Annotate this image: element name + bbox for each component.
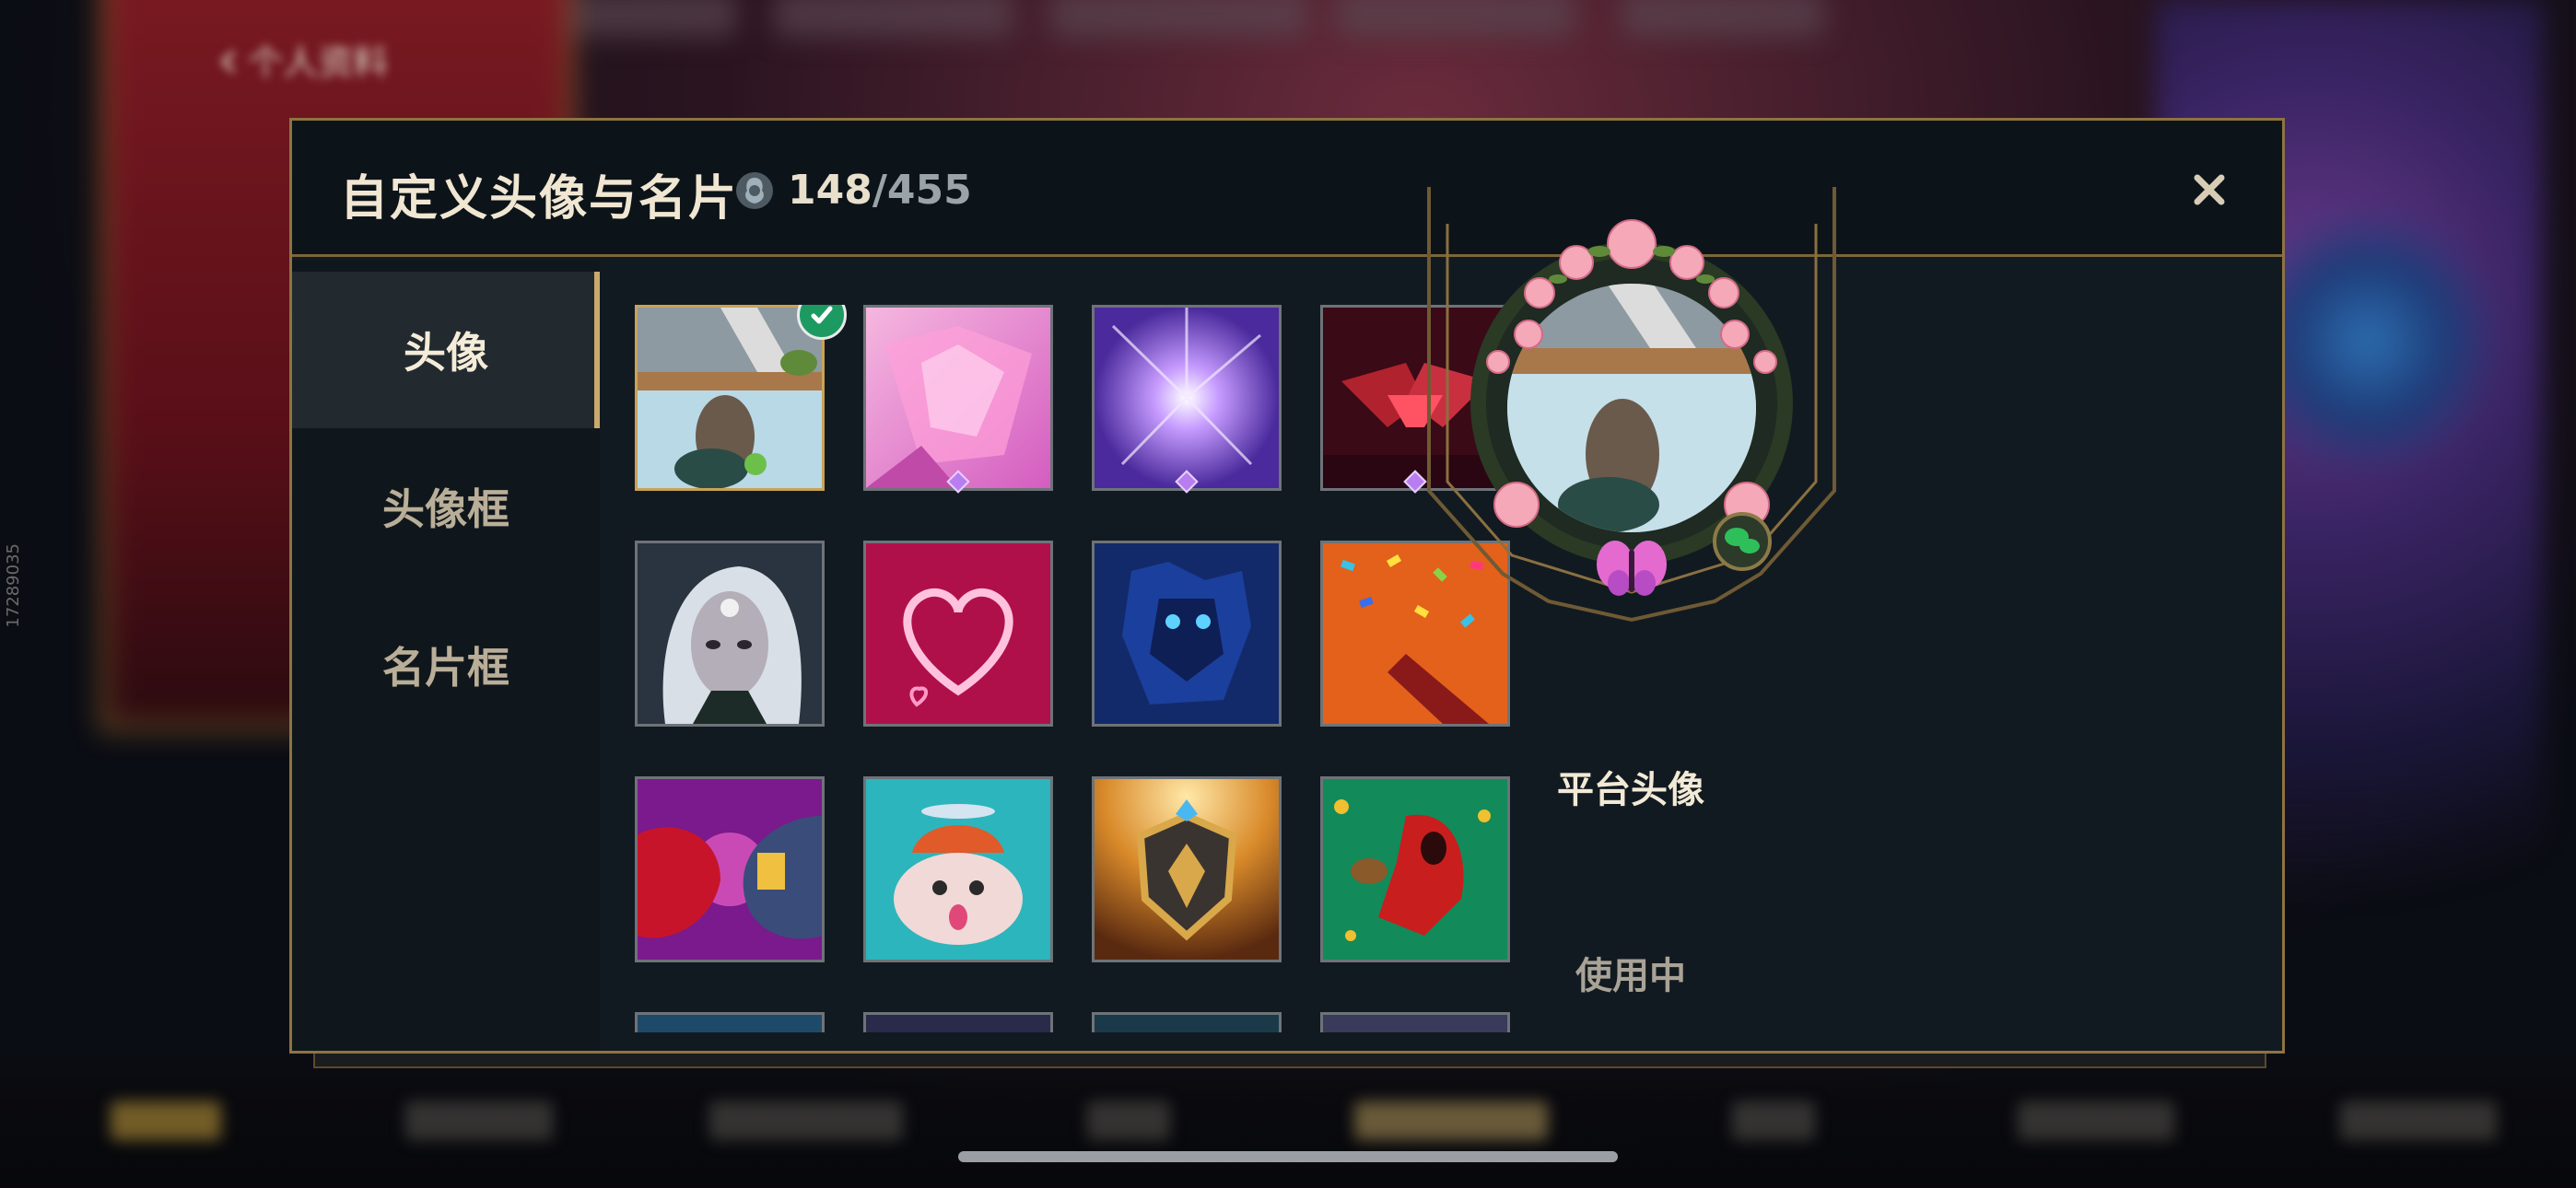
bottom-nav-item[interactable]	[1732, 1101, 1815, 1140]
pink-crystal-icon	[866, 308, 1050, 488]
tab-card-frame[interactable]: 名片框	[292, 587, 600, 743]
neon-heart-icon	[866, 543, 1050, 724]
home-indicator[interactable]	[958, 1151, 1618, 1162]
icon-tile-neon-heart[interactable]	[863, 541, 1053, 727]
partial-icon	[1095, 1015, 1279, 1032]
tab-label: 头像	[404, 328, 488, 378]
icon-tile-partial[interactable]	[863, 1012, 1053, 1032]
owned-count: 148	[788, 167, 872, 214]
background-pill	[571, 0, 737, 37]
icon-tile-poro-propeller[interactable]	[863, 776, 1053, 962]
icon-tile-pink-crystal[interactable]	[863, 305, 1053, 491]
bottom-nav-item[interactable]	[405, 1101, 553, 1140]
tab-avatar-frame[interactable]: 头像框	[292, 428, 600, 585]
tab-avatar[interactable]: 头像	[292, 272, 600, 428]
background-pill	[774, 0, 1013, 37]
golden-shield-icon	[1095, 779, 1279, 960]
tab-label: 名片框	[382, 643, 509, 693]
icon-tile-blue-golem[interactable]	[1092, 541, 1282, 727]
dialog-title: 自定义头像与名片	[340, 171, 739, 227]
bottom-nav-item[interactable]	[2018, 1101, 2174, 1140]
customize-avatar-dialog: 自定义头像与名片 148/455 头像 头像框 名片框 平台头像 使用中	[289, 118, 2285, 1054]
platform-avatar-icon	[638, 308, 822, 488]
avatar-preview	[1427, 187, 1836, 623]
back-label: 个人资料	[248, 41, 389, 83]
bottom-nav-item[interactable]	[1087, 1101, 1170, 1140]
red-blue-mech-icon	[638, 779, 822, 960]
icon-tile-golden-shield[interactable]	[1092, 776, 1282, 962]
partial-icon	[866, 1015, 1050, 1032]
partial-icon	[1323, 1015, 1507, 1032]
side-id: 17289035	[4, 543, 23, 628]
dialog-underlay	[313, 1054, 2266, 1068]
preview-avatar-name: 平台头像	[1557, 769, 1704, 811]
icon-tile-violet-burst[interactable]	[1092, 305, 1282, 491]
violet-burst-icon	[1095, 308, 1279, 488]
bottom-nav-bar	[0, 1050, 2576, 1188]
collection-icon	[736, 171, 773, 209]
background-pill	[1336, 0, 1575, 37]
icon-tile-red-blue-mech[interactable]	[635, 776, 825, 962]
icon-tile-partial[interactable]	[635, 1012, 825, 1032]
icon-tile-partial[interactable]	[1320, 1012, 1510, 1032]
category-sidebar: 头像 头像框 名片框	[292, 261, 600, 1051]
bottom-nav-item[interactable]	[2340, 1101, 2497, 1140]
icon-tile-partial[interactable]	[1092, 1012, 1282, 1032]
collection-count: 148/455	[734, 167, 972, 214]
close-icon[interactable]	[2186, 167, 2232, 213]
silver-hair-champion-icon	[638, 543, 822, 724]
partial-icon	[638, 1015, 822, 1032]
bottom-nav-item[interactable]	[709, 1101, 903, 1140]
wechat-icon	[1713, 512, 1772, 571]
total-count: /455	[872, 167, 972, 214]
dialog-header: 自定义头像与名片 148/455	[292, 121, 2282, 257]
bottom-nav-item[interactable]	[1354, 1101, 1548, 1140]
background-pill	[1622, 0, 1824, 37]
in-use-status[interactable]: 使用中	[1411, 946, 1851, 999]
icon-tile-platform-avatar[interactable]	[635, 305, 825, 491]
tab-label: 头像框	[382, 484, 509, 534]
icon-tile-silver-hair-champion[interactable]	[635, 541, 825, 727]
back-button[interactable]: ‹ 个人资料	[217, 28, 388, 90]
blue-golem-icon	[1095, 543, 1279, 724]
bottom-nav-item[interactable]	[111, 1101, 221, 1140]
poro-propeller-icon	[866, 779, 1050, 960]
background-pill	[1050, 0, 1308, 37]
back-arrow-icon: ‹	[217, 28, 240, 90]
